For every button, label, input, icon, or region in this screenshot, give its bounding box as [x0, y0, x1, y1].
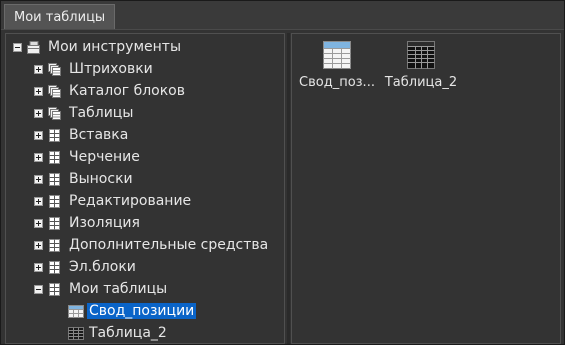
tree-item-block-catalog[interactable]: Каталог блоков — [34, 81, 187, 101]
grid-sheet-icon — [49, 172, 60, 186]
tree-child-label: Свод_позиции — [87, 303, 197, 319]
tree-item-label: Эл.блоки — [69, 259, 136, 275]
tree-item-drawing[interactable]: Черчение — [34, 147, 142, 167]
tree-item-label: Изоляция — [69, 215, 140, 231]
content-pane: Свод_поз... Таблица_2 — [291, 33, 561, 344]
tile-label: Свод_поз... — [299, 75, 375, 90]
tree-root-label: Мои инструменты — [48, 39, 182, 55]
tree-item-hatches[interactable]: Штриховки — [34, 59, 155, 79]
grid-sheet-icon — [49, 238, 60, 252]
stacked-sheets-icon — [48, 106, 61, 120]
tree-child-label: Таблица_2 — [89, 325, 167, 341]
expand-icon[interactable] — [34, 86, 43, 96]
table-light-icon — [68, 304, 84, 318]
tree-item-tables[interactable]: Таблицы — [34, 103, 135, 123]
grid-sheet-icon — [49, 260, 60, 274]
expand-icon[interactable] — [34, 240, 43, 250]
toolbox-icon — [27, 40, 40, 54]
tree-child-tablica-2[interactable]: Таблица_2 — [68, 323, 169, 343]
tree-item-label: Дополнительные средства — [69, 237, 269, 253]
tree-item-insert[interactable]: Вставка — [34, 125, 130, 145]
grid-sheet-icon — [49, 194, 60, 208]
tree-item-label: Черчение — [69, 149, 140, 165]
collapse-icon[interactable] — [34, 284, 43, 294]
collapse-icon[interactable] — [13, 42, 22, 52]
grid-sheet-icon — [49, 128, 60, 142]
expand-icon[interactable] — [34, 108, 43, 118]
table-light-icon — [323, 41, 351, 69]
tree-root[interactable]: Мои инструменты — [13, 37, 183, 57]
tile-svod-pozicii[interactable]: Свод_поз... — [295, 40, 379, 100]
tab-my-tables[interactable]: Мои таблицы — [4, 4, 116, 29]
tile-tablica-2[interactable]: Таблица_2 — [379, 40, 463, 100]
expand-icon[interactable] — [34, 196, 43, 206]
tree-item-label: Редактирование — [69, 193, 192, 209]
tree-item-my-tables[interactable]: Мои таблицы — [34, 279, 169, 299]
grid-sheet-icon — [49, 216, 60, 230]
tree-item-isolation[interactable]: Изоляция — [34, 213, 142, 233]
tree-item-label: Таблицы — [69, 105, 134, 121]
tree-item-label: Вставка — [69, 127, 129, 143]
expand-icon[interactable] — [34, 262, 43, 272]
tree-item-el-blocks[interactable]: Эл.блоки — [34, 257, 138, 277]
tree-child-svod-pozicii[interactable]: Свод_позиции — [68, 301, 197, 321]
tree-item-label: Каталог блоков — [69, 83, 185, 99]
expand-icon[interactable] — [34, 130, 43, 140]
tile-label: Таблица_2 — [384, 75, 458, 90]
expand-icon[interactable] — [34, 152, 43, 162]
tree-pane: Мои инструменты Штриховки Каталог блоков — [5, 33, 285, 344]
tab-bar: Мои таблицы — [1, 1, 564, 30]
pane-splitter[interactable] — [287, 33, 290, 344]
expand-icon[interactable] — [34, 174, 43, 184]
expand-icon[interactable] — [34, 64, 43, 74]
tree-item-extra-tools[interactable]: Дополнительные средства — [34, 235, 270, 255]
tree-item-label: Мои таблицы — [69, 281, 168, 297]
stacked-sheets-icon — [48, 62, 61, 76]
stacked-sheets-icon — [48, 84, 61, 98]
tool-palette-window: Мои таблицы Мои инструменты Штриховки Ка… — [0, 0, 565, 345]
grid-sheet-icon — [49, 150, 60, 164]
grid-sheet-icon — [49, 282, 60, 296]
tree-item-label: Выноски — [69, 171, 133, 187]
tree-item-leaders[interactable]: Выноски — [34, 169, 135, 189]
expand-icon[interactable] — [34, 218, 43, 228]
tree-item-label: Штриховки — [69, 61, 153, 77]
table-dark-icon — [68, 326, 84, 340]
table-dark-icon — [407, 41, 435, 69]
tree-item-editing[interactable]: Редактирование — [34, 191, 193, 211]
